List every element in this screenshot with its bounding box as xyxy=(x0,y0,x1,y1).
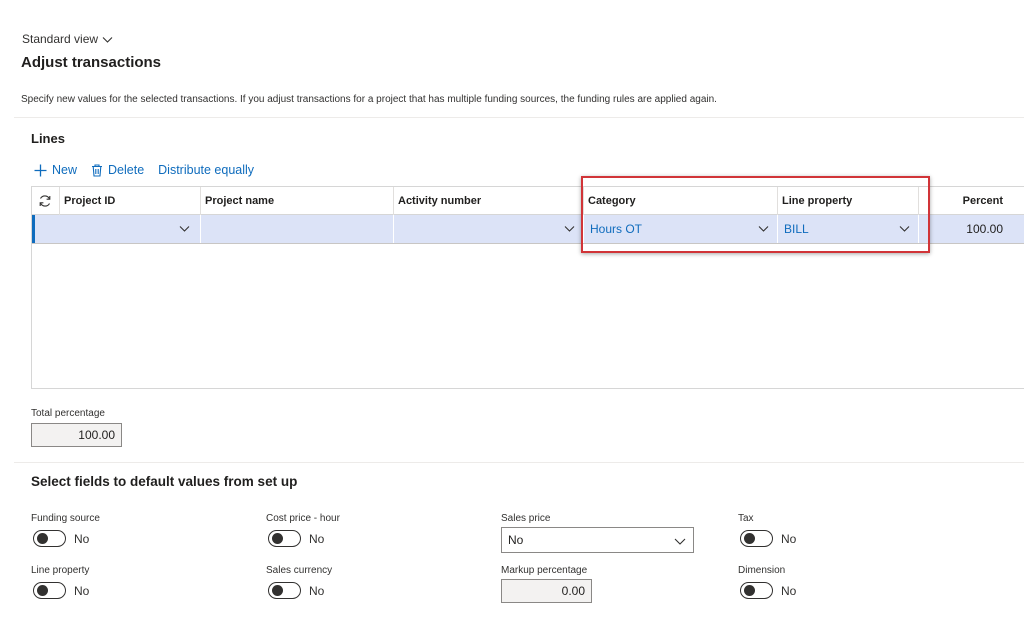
view-label: Standard view xyxy=(22,32,99,46)
dimension-toggle[interactable] xyxy=(740,582,773,599)
sales-price-value: No xyxy=(508,533,524,547)
distribute-equally-button[interactable]: Distribute equally xyxy=(158,163,254,177)
column-header-project-name[interactable]: Project name xyxy=(201,187,394,215)
page-title: Adjust transactions xyxy=(21,54,162,71)
dimension-label: Dimension xyxy=(738,565,786,576)
trash-icon xyxy=(92,163,103,177)
plus-icon xyxy=(34,164,47,176)
dimension-toggle-group: No xyxy=(740,582,796,599)
cost-price-hour-toggle-group: No xyxy=(268,530,324,547)
sales-currency-label: Sales currency xyxy=(266,565,333,576)
view-selector[interactable]: Standard view xyxy=(22,32,113,46)
defaults-section-title: Select fields to default values from set… xyxy=(31,474,298,489)
section-divider xyxy=(14,117,1024,118)
tax-toggle[interactable] xyxy=(740,530,773,547)
line-property-toggle-group: No xyxy=(33,582,89,599)
tax-state: No xyxy=(781,531,797,546)
cost-price-hour-state: No xyxy=(309,531,325,546)
delete-button-label: Delete xyxy=(108,163,145,177)
row-selected-marker xyxy=(32,215,35,243)
sales-price-label: Sales price xyxy=(501,513,551,524)
line-property-state: No xyxy=(74,583,90,598)
percent-cell[interactable]: 100.00 xyxy=(919,215,1007,243)
sales-currency-toggle-group: No xyxy=(268,582,324,599)
sales-currency-state: No xyxy=(309,583,325,598)
sales-price-dropdown[interactable]: No xyxy=(501,527,694,553)
highlight-annotation xyxy=(581,176,930,253)
section-divider xyxy=(14,462,1024,463)
page-instructions: Specify new values for the selected tran… xyxy=(21,94,717,105)
total-percentage-field: 100.00 xyxy=(31,423,122,447)
percent-value: 100.00 xyxy=(966,222,1003,236)
column-header-project-id[interactable]: Project ID xyxy=(60,187,201,215)
cost-price-hour-label: Cost price - hour xyxy=(266,513,340,524)
line-property-toggle[interactable] xyxy=(33,582,66,599)
funding-source-label: Funding source xyxy=(31,513,100,524)
column-header-percent[interactable]: Percent xyxy=(919,187,1007,215)
new-button-label: New xyxy=(52,163,78,177)
lines-toolbar: New Delete Distribute equally xyxy=(34,163,254,177)
funding-source-toggle-group: No xyxy=(33,530,89,547)
chevron-down-icon xyxy=(674,538,686,545)
tax-toggle-group: No xyxy=(740,530,796,547)
line-property-default-label: Line property xyxy=(31,565,90,576)
funding-source-state: No xyxy=(74,531,90,546)
total-percentage-label: Total percentage xyxy=(31,408,105,419)
funding-source-toggle[interactable] xyxy=(33,530,66,547)
lines-section-title: Lines xyxy=(31,131,65,146)
markup-percentage-field: 0.00 xyxy=(501,579,592,603)
chevron-down-icon xyxy=(102,36,113,43)
cost-price-hour-toggle[interactable] xyxy=(268,530,301,547)
tax-label: Tax xyxy=(738,513,754,524)
delete-button[interactable]: Delete xyxy=(91,163,144,177)
refresh-column[interactable] xyxy=(32,187,60,215)
new-button[interactable]: New xyxy=(34,163,77,177)
activity-number-dropdown[interactable] xyxy=(394,215,584,243)
column-header-activity-number[interactable]: Activity number xyxy=(394,187,584,215)
chevron-down-icon xyxy=(564,226,575,232)
chevron-down-icon xyxy=(179,226,190,232)
distribute-equally-label: Distribute equally xyxy=(158,163,255,177)
dimension-state: No xyxy=(781,583,797,598)
project-id-dropdown[interactable] xyxy=(60,215,201,243)
refresh-icon xyxy=(39,195,51,207)
sales-currency-toggle[interactable] xyxy=(268,582,301,599)
project-name-cell[interactable] xyxy=(201,215,394,243)
markup-percentage-label: Markup percentage xyxy=(501,565,588,576)
